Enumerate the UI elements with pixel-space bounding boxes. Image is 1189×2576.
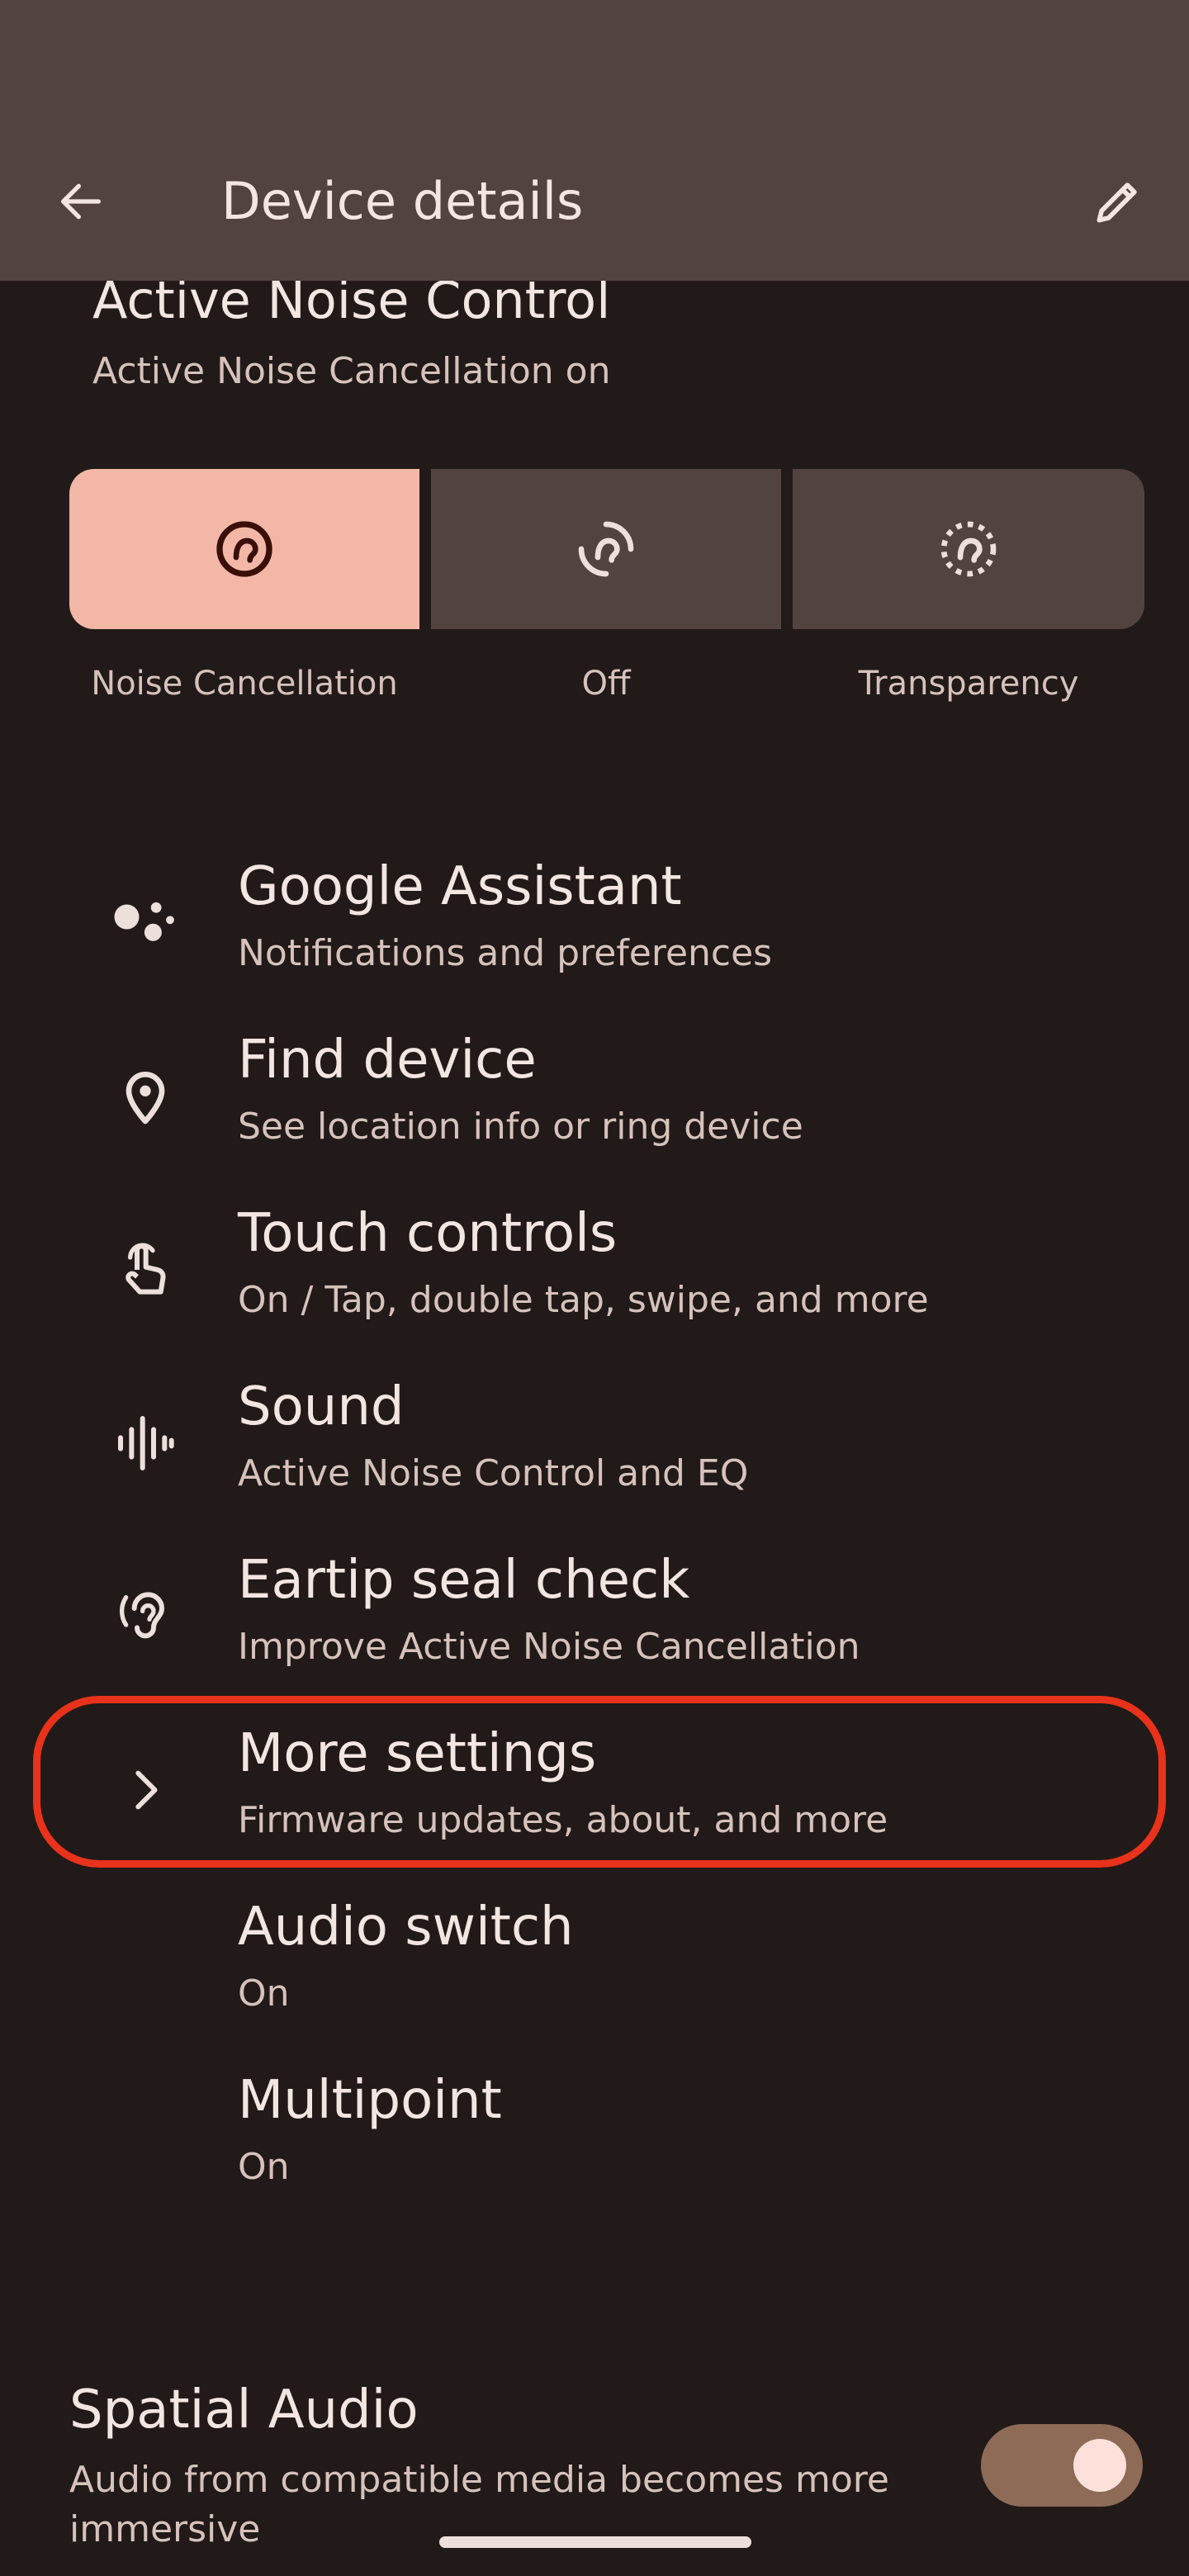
back-button[interactable] [41,162,121,241]
anc-off-label: Off [581,665,631,703]
item-subtitle: Notifications and preferences [238,932,773,974]
multipoint-item[interactable]: Multipoint On [0,2048,1189,2221]
item-title: Touch controls [238,1203,618,1264]
spatial-audio-title: Spatial Audio [69,2379,419,2441]
transparency-icon [940,521,997,577]
top-app-bar: Device details [0,0,1189,281]
edit-button[interactable] [1078,162,1158,241]
arrow-back-icon [61,183,101,220]
highlight-annotation [33,1696,1166,1868]
noise-cancellation-label: Noise Cancellation [91,665,398,703]
item-title: Google Assistant [238,856,682,917]
item-subtitle: Active Noise Control and EQ [238,1452,749,1494]
spatial-audio-toggle[interactable] [981,2424,1143,2507]
touch-icon [126,1243,166,1295]
google-assistant-item[interactable]: Google Assistant Notifications and prefe… [0,834,1189,1007]
item-title: Audio switch [238,1896,574,1958]
transparency-label: Transparency [858,665,1079,703]
item-title: Sound [238,1376,405,1437]
item-subtitle: On [238,1972,290,2015]
touch-controls-item[interactable]: Touch controls On / Tap, double tap, swi… [0,1181,1189,1354]
eartip-seal-check-item[interactable]: Eartip seal check Improve Active Noise C… [0,1527,1189,1701]
sound-item[interactable]: Sound Active Noise Control and EQ [0,1354,1189,1527]
anc-off-button[interactable] [431,469,781,629]
item-title: Eartip seal check [238,1550,690,1611]
location-pin-icon [126,1072,165,1125]
noise-cancellation-button[interactable] [69,469,419,629]
anc-subtitle: Active Noise Cancellation on [92,350,611,392]
google-assistant-icon [114,902,174,941]
item-subtitle: See location info or ring device [238,1106,803,1148]
ear-icon [119,1592,165,1639]
item-subtitle: On / Tap, double tap, swipe, and more [238,1279,929,1321]
item-subtitle: On [238,2146,290,2188]
audio-switch-item[interactable]: Audio switch On [0,1874,1189,2048]
find-device-item[interactable]: Find device See location info or ring de… [0,1007,1189,1181]
page-title: Device details [221,171,584,231]
noise-cancellation-icon [216,521,272,577]
anc-off-icon [578,521,634,577]
pencil-icon [1097,182,1137,223]
toggle-knob [1073,2439,1126,2492]
item-subtitle: Improve Active Noise Cancellation [238,1626,860,1668]
home-indicator[interactable] [439,2536,751,2548]
transparency-button[interactable] [793,469,1144,629]
sound-wave-icon [118,1416,174,1470]
item-title: Find device [238,1030,537,1091]
item-title: Multipoint [238,2070,502,2131]
